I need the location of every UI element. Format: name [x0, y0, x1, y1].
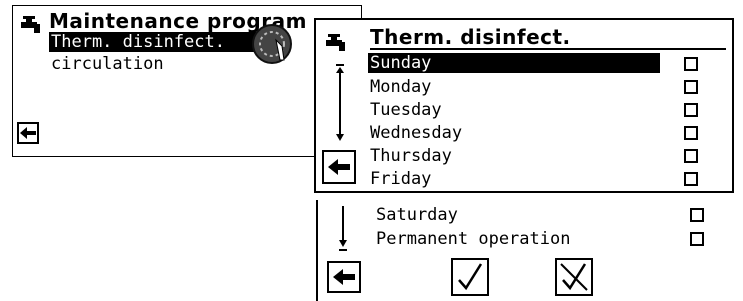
- day-row-sunday[interactable]: Sunday: [368, 53, 660, 73]
- back-button[interactable]: [327, 261, 361, 293]
- cancel-icon: [560, 263, 588, 291]
- maintenance-program-screen: Maintenance program Therm. disinfect. ci…: [12, 5, 362, 157]
- checkbox-monday[interactable]: [684, 80, 698, 94]
- checkbox-permanent-operation[interactable]: [690, 232, 704, 246]
- back-button[interactable]: [322, 150, 356, 184]
- day-row-thursday[interactable]: Thursday: [370, 146, 452, 166]
- checkbox-friday[interactable]: [684, 172, 698, 186]
- check-icon: [458, 263, 483, 291]
- row-permanent-operation[interactable]: Permanent operation: [376, 229, 570, 249]
- screen3-left-border: [316, 200, 318, 301]
- checkbox-wednesday[interactable]: [684, 126, 698, 140]
- back-arrow-icon: [333, 269, 355, 285]
- page-title: Therm. disinfect.: [370, 25, 571, 49]
- back-arrow-icon: [328, 159, 350, 175]
- menu-item-circulation[interactable]: circulation: [51, 54, 164, 74]
- therm-disinfect-screen: Therm. disinfect. Sunday Monday Tuesday …: [314, 18, 734, 193]
- checkbox-sunday[interactable]: [684, 57, 698, 71]
- day-row-saturday[interactable]: Saturday: [376, 205, 458, 225]
- day-row-monday[interactable]: Monday: [370, 77, 431, 97]
- faucet-icon: [326, 34, 345, 51]
- scroll-indicator-icon[interactable]: [334, 64, 346, 144]
- day-row-wednesday[interactable]: Wednesday: [370, 123, 462, 143]
- cancel-button[interactable]: [555, 258, 593, 296]
- back-arrow-icon: [20, 127, 36, 139]
- rotary-knob-icon[interactable]: [252, 24, 292, 64]
- confirm-button[interactable]: [451, 258, 489, 296]
- checkbox-saturday[interactable]: [690, 208, 704, 222]
- day-row-friday[interactable]: Friday: [370, 169, 431, 189]
- checkbox-thursday[interactable]: [684, 149, 698, 163]
- scroll-indicator-icon[interactable]: [337, 206, 349, 252]
- checkbox-tuesday[interactable]: [684, 103, 698, 117]
- menu-item-therm-disinfect[interactable]: Therm. disinfect.: [49, 32, 265, 52]
- back-button[interactable]: [17, 122, 39, 144]
- title-underline: [370, 48, 726, 50]
- day-row-tuesday[interactable]: Tuesday: [370, 100, 442, 120]
- faucet-icon: [21, 16, 40, 33]
